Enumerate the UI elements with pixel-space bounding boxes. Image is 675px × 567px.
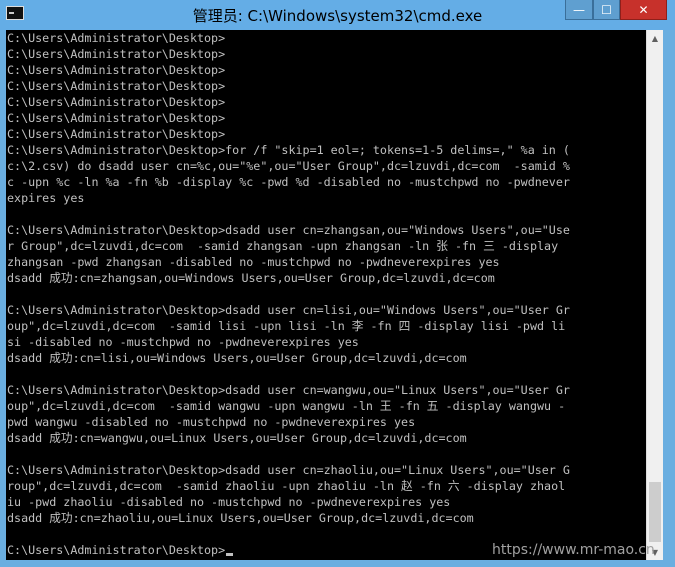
console-line: oup",dc=lzuvdi,dc=com -samid lisi -upn l… — [7, 319, 566, 333]
console-line: C:\Users\Administrator\Desktop>dsadd use… — [7, 303, 570, 317]
console-line: zhangsan -pwd zhangsan -disabled no -mus… — [7, 255, 500, 269]
console-line: roup",dc=lzuvdi,dc=com -samid zhaoliu -u… — [7, 479, 566, 493]
console-line: C:\Users\Administrator\Desktop> — [7, 31, 226, 45]
console-line: C:\Users\Administrator\Desktop> — [7, 127, 226, 141]
console-line: pwd wangwu -disabled no -mustchpwd no -p… — [7, 415, 416, 429]
console-line: dsadd 成功:cn=lisi,ou=Windows Users,ou=Use… — [7, 351, 467, 365]
console-line: C:\Users\Administrator\Desktop> — [7, 79, 226, 93]
cmd-window: 管理员: C:\Windows\system32\cmd.exe — ☐ ✕ C… — [0, 0, 675, 567]
close-button[interactable]: ✕ — [620, 0, 667, 20]
console-line: dsadd 成功:cn=zhaoliu,ou=Linux Users,ou=Us… — [7, 511, 474, 525]
console-line: iu -pwd zhaoliu -disabled no -mustchpwd … — [7, 495, 451, 509]
console-line: C:\Users\Administrator\Desktop>dsadd use… — [7, 223, 570, 237]
console-line: oup",dc=lzuvdi,dc=com -samid wangwu -upn… — [7, 399, 566, 413]
console-line: C:\Users\Administrator\Desktop> — [7, 63, 226, 77]
minimize-button[interactable]: — — [565, 0, 593, 20]
text-cursor — [226, 553, 234, 556]
maximize-button[interactable]: ☐ — [593, 0, 620, 20]
console-line: C:\Users\Administrator\Desktop> — [7, 111, 226, 125]
console-line: si -disabled no -mustchpwd no -pwdnevere… — [7, 335, 359, 349]
console-line: C:\Users\Administrator\Desktop> — [7, 95, 226, 109]
console-output[interactable]: C:\Users\Administrator\Desktop> C:\Users\… — [6, 30, 646, 560]
title-bar[interactable]: 管理员: C:\Windows\system32\cmd.exe — ☐ ✕ — [0, 0, 675, 30]
scroll-thumb[interactable] — [649, 482, 661, 542]
console-line: expires yes — [7, 191, 85, 205]
console-line: dsadd 成功:cn=wangwu,ou=Linux Users,ou=Use… — [7, 431, 467, 445]
watermark: https://www.mr-mao.cn — [492, 542, 655, 558]
console-line: dsadd 成功:cn=zhangsan,ou=Windows Users,ou… — [7, 271, 495, 285]
console-line: C:\Users\Administrator\Desktop>dsadd use… — [7, 383, 570, 397]
console-line: r Group",dc=lzuvdi,dc=com -samid zhangsa… — [7, 239, 559, 253]
console-line: C:\Users\Administrator\Desktop> — [7, 47, 226, 61]
console-line: c -upn %c -ln %a -fn %b -display %c -pwd… — [7, 175, 570, 189]
scroll-up-arrow-icon[interactable]: ▲ — [647, 30, 663, 46]
console-line: c:\2.csv) do dsadd user cn=%c,ou="%e",ou… — [7, 159, 570, 173]
console-line: C:\Users\Administrator\Desktop>dsadd use… — [7, 463, 570, 477]
vertical-scrollbar[interactable]: ▲ ▼ — [646, 30, 663, 560]
console-line: C:\Users\Administrator\Desktop>for /f "s… — [7, 143, 570, 157]
